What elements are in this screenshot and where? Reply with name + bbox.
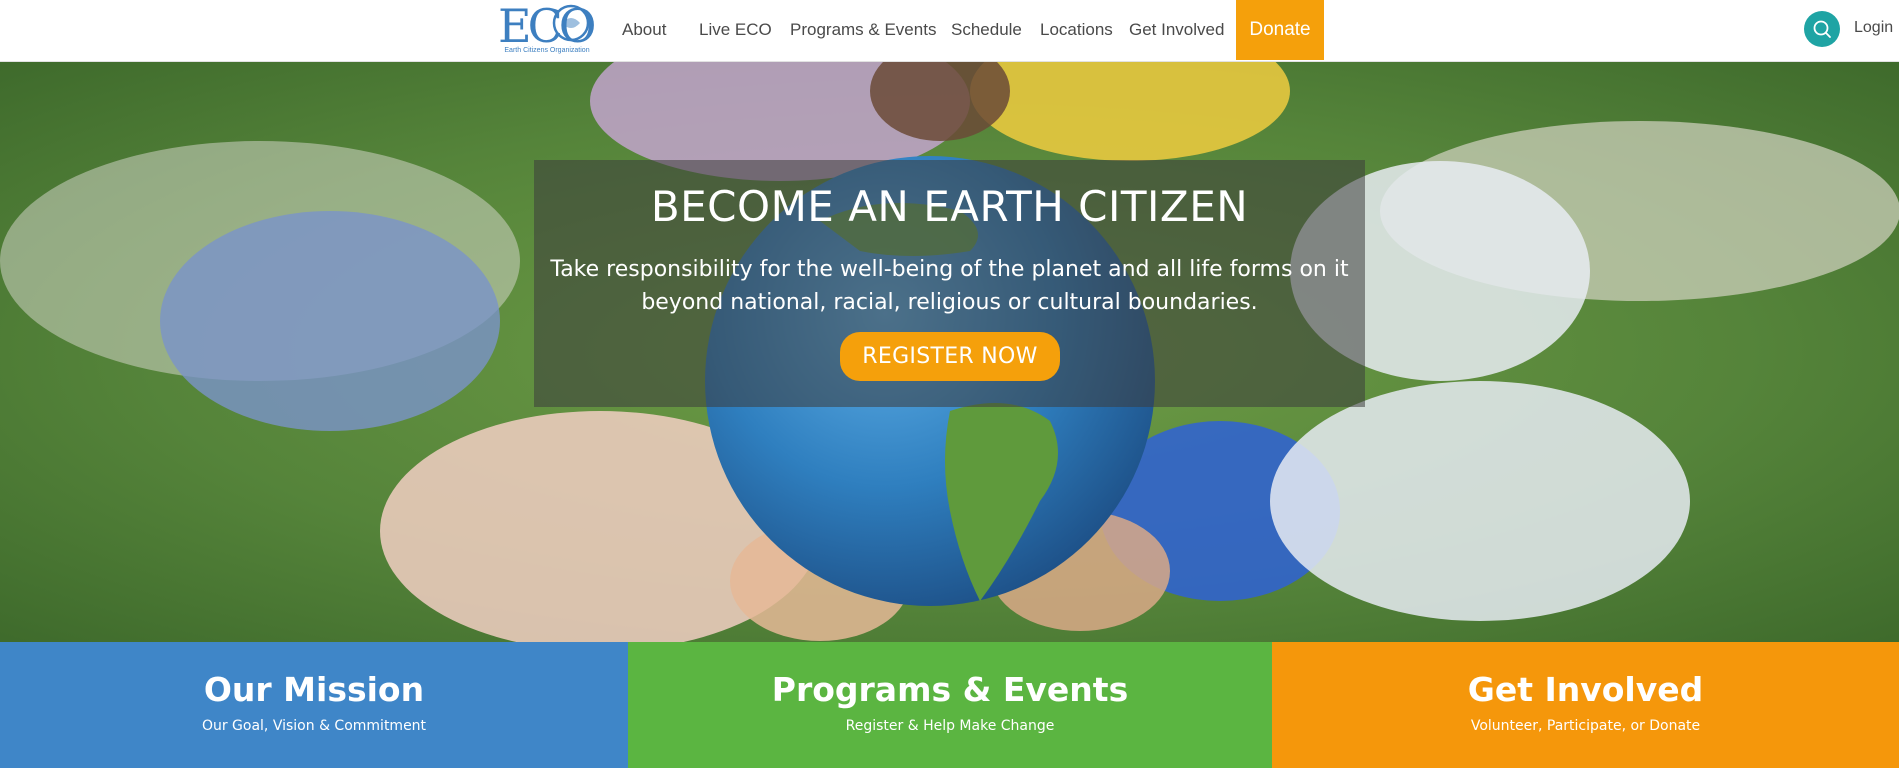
hero-subtitle: Take responsibility for the well-being o… <box>534 253 1365 319</box>
tile-our-mission[interactable]: Our Mission Our Goal, Vision & Commitmen… <box>0 642 628 768</box>
nav-item-get-involved[interactable]: Get Involved <box>1129 20 1224 40</box>
hero-subtitle-line2: beyond national, racial, religious or cu… <box>641 290 1258 315</box>
hero-panel: BECOME AN EARTH CITIZEN Take responsibil… <box>534 160 1365 407</box>
tile-title: Our Mission <box>203 670 425 709</box>
hero-banner: BECOME AN EARTH CITIZEN Take responsibil… <box>0 61 1899 642</box>
nav-item-locations[interactable]: Locations <box>1040 20 1113 40</box>
hero-subtitle-line1: Take responsibility for the well-being o… <box>550 257 1349 282</box>
nav-item-programs-events[interactable]: Programs & Events <box>790 20 936 40</box>
eco-logo[interactable]: ECO Earth Citizens Organization <box>498 0 594 60</box>
site-header: ECO Earth Citizens Organization About Li… <box>0 0 1899 62</box>
tile-subtitle: Register & Help Make Change <box>845 718 1055 734</box>
tile-title: Get Involved <box>1467 670 1704 709</box>
tile-title: Programs & Events <box>771 670 1129 709</box>
tile-subtitle: Our Goal, Vision & Commitment <box>201 718 427 734</box>
tile-subtitle: Volunteer, Participate, or Donate <box>1470 718 1701 734</box>
nav-item-schedule[interactable]: Schedule <box>951 20 1022 40</box>
donate-button[interactable]: Donate <box>1236 0 1324 60</box>
search-button[interactable] <box>1804 11 1840 47</box>
tile-programs-events[interactable]: Programs & Events Register & Help Make C… <box>628 642 1272 768</box>
login-link[interactable]: Login <box>1854 19 1893 37</box>
tile-get-involved[interactable]: Get Involved Volunteer, Participate, or … <box>1272 642 1899 768</box>
hero-title: BECOME AN EARTH CITIZEN <box>650 182 1249 231</box>
register-now-button[interactable]: REGISTER NOW <box>840 332 1060 381</box>
eco-logo-mark: ECO <box>498 0 594 48</box>
nav-item-about[interactable]: About <box>622 20 666 40</box>
nav-item-live-eco[interactable]: Live ECO <box>699 20 772 40</box>
logo-caption: Earth Citizens Organization <box>504 47 590 54</box>
search-icon <box>1813 20 1831 38</box>
